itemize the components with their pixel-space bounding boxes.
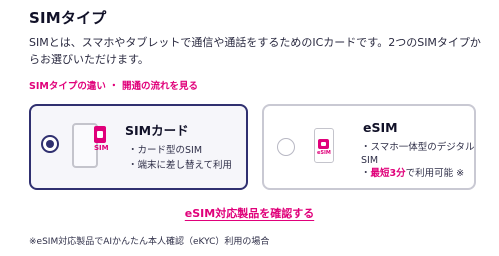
- esim-title: eSIM: [363, 120, 398, 135]
- footnote: ※eSIM対応製品でAIかんたん本人確認（eKYC）利用の場合: [29, 237, 270, 247]
- esim-compatible-products-link[interactable]: eSIM対応製品を確認する: [185, 207, 314, 220]
- sim-card-option[interactable]: SIM SIMカード ・カード型のSIM ・端末に差し替えて利用: [29, 104, 248, 190]
- sim-type-difference-link[interactable]: SIMタイプの違い ・ 開通の流れを見る: [29, 78, 198, 92]
- sim-chip-icon: [94, 126, 106, 143]
- esim-phone-icon: eSIM: [314, 128, 334, 163]
- esim-features: ・スマホ一体型のデジタル SIM ・最短3分で利用可能 ※: [361, 141, 475, 180]
- esim-radio[interactable]: [277, 138, 295, 156]
- esim-compatible-products-link-wrap: eSIM対応製品を確認する: [0, 205, 499, 221]
- esim-chip-label: eSIM: [317, 150, 331, 156]
- esim-feature: SIM: [361, 155, 379, 166]
- sim-card-feature: ・端末に差し替えて利用: [128, 160, 233, 171]
- sim-card-title: SIMカード: [125, 123, 189, 138]
- esim-feature: ・最短3分で利用可能 ※: [361, 168, 465, 179]
- section-description: SIMとは、スマホやタブレットで通信や通話をするためのICカードです。2つのSI…: [29, 36, 481, 66]
- sim-chip-label: SIM: [94, 144, 109, 152]
- esim-option[interactable]: eSIM eSIM ・スマホ一体型のデジタル SIM ・最短3分で利用可能 ※: [262, 104, 476, 190]
- sim-card-feature: ・カード型のSIM: [128, 145, 203, 156]
- section-title: SIMタイプ: [29, 9, 107, 27]
- esim-highlight: 最短3分: [370, 168, 406, 179]
- esim-feature: ・スマホ一体型のデジタル: [361, 142, 475, 153]
- sim-card-features: ・カード型のSIM ・端末に差し替えて利用: [128, 143, 232, 173]
- esim-chip-icon: [318, 139, 329, 149]
- sim-card-radio[interactable]: [41, 135, 59, 153]
